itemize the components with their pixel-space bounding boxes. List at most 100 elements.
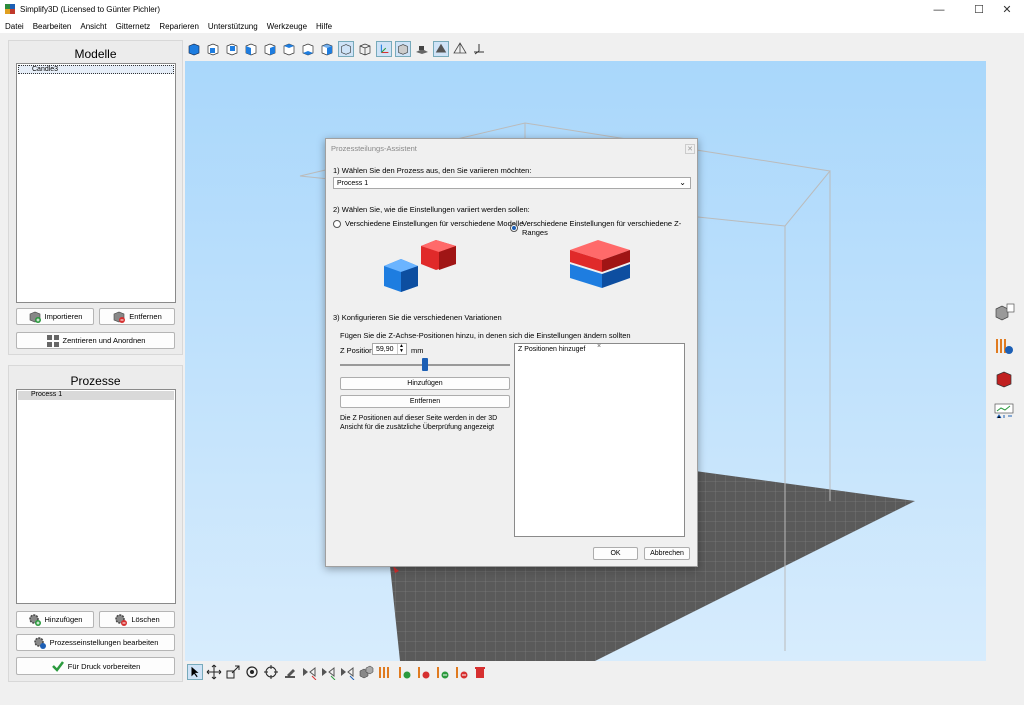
- remove-label: Entfernen: [129, 312, 162, 321]
- zpos-value: 59,90: [376, 346, 394, 353]
- import-label: Importieren: [44, 312, 83, 321]
- menu-gitternetz[interactable]: Gitternetz: [111, 19, 155, 31]
- view-front-icon[interactable]: [205, 41, 221, 57]
- multi-model-illustration-icon: [384, 240, 456, 292]
- menu-reparieren[interactable]: Reparieren: [154, 19, 203, 31]
- cancel-label: Abbrechen: [650, 550, 684, 557]
- option-models[interactable]: Verschiedene Einstellungen für verschied…: [333, 219, 523, 228]
- view-toolbar: [186, 41, 487, 59]
- process-split-dialog: Prozessteilungs-Assistent ✕ 1) Wählen Si…: [325, 138, 698, 567]
- edit-process-settings-button[interactable]: Prozesseinstellungen bearbeiten: [16, 634, 175, 651]
- view-iso-icon[interactable]: [319, 41, 335, 57]
- radio-zranges[interactable]: [510, 224, 518, 232]
- process-panel: Prozesse Process 1 Hinzufügen Löschen Pr…: [8, 365, 183, 682]
- view-top-icon[interactable]: [281, 41, 297, 57]
- edit-process-label: Prozesseinstellungen bearbeiten: [49, 638, 159, 647]
- minimize-button[interactable]: —: [922, 0, 956, 19]
- menu-ansicht[interactable]: Ansicht: [75, 19, 110, 31]
- zpos-spinner[interactable]: ▲ ▼: [397, 344, 405, 354]
- menu-datei[interactable]: Datei: [0, 19, 28, 31]
- remove-zpos-button[interactable]: Entfernen: [340, 395, 510, 408]
- add-zpos-button[interactable]: Hinzufügen: [340, 377, 510, 390]
- process-select-value: Process 1: [337, 180, 369, 187]
- list-item[interactable]: Candle3: [18, 65, 174, 74]
- prepare-print-button[interactable]: Für Druck vorbereiten: [16, 657, 175, 675]
- build-volume-icon[interactable]: [395, 41, 411, 57]
- cancel-button[interactable]: Abbrechen: [644, 547, 690, 560]
- section-icon[interactable]: [471, 41, 487, 57]
- select-cursor-icon[interactable]: [187, 664, 203, 680]
- support-remove-icon[interactable]: [415, 664, 431, 680]
- place-surface-icon[interactable]: [282, 664, 298, 680]
- center-icon[interactable]: [263, 664, 279, 680]
- add-process-button[interactable]: Hinzufügen: [16, 611, 94, 628]
- statistics-icon[interactable]: [993, 402, 1015, 422]
- menu-unterstuetzung[interactable]: Unterstützung: [203, 19, 262, 31]
- support-add-icon[interactable]: [377, 664, 393, 680]
- orthographic-icon[interactable]: [357, 41, 373, 57]
- dialog-close-icon[interactable]: ✕: [685, 144, 695, 154]
- view-right-icon[interactable]: [262, 41, 278, 57]
- view-default-icon[interactable]: [186, 41, 202, 57]
- process-select[interactable]: Process 1 ⌄: [333, 177, 691, 189]
- process-list[interactable]: Process 1: [16, 389, 176, 604]
- center-arrange-button[interactable]: Zentrieren und Anordnen: [16, 332, 175, 349]
- move-icon[interactable]: [206, 664, 222, 680]
- delete-process-button[interactable]: Löschen: [99, 611, 175, 628]
- radio-models[interactable]: [333, 219, 341, 228]
- view-left-icon[interactable]: [243, 41, 259, 57]
- mirror-y-icon[interactable]: [320, 664, 336, 680]
- shading-wire-icon[interactable]: [452, 41, 468, 57]
- process-panel-title: Prozesse: [70, 374, 121, 388]
- trash-icon[interactable]: [472, 664, 488, 680]
- remove-model-button[interactable]: Entfernen: [99, 308, 175, 325]
- prepare-label: Für Druck vorbereiten: [67, 661, 141, 671]
- rotate-icon[interactable]: [244, 664, 260, 680]
- arrange-grid-icon: [46, 334, 59, 347]
- menu-hilfe[interactable]: Hilfe: [311, 19, 336, 31]
- dialog-title: Prozessteilungs-Assistent: [331, 144, 417, 153]
- cube-red-icon[interactable]: [993, 369, 1015, 389]
- close-button[interactable]: ✕: [990, 0, 1024, 19]
- mirror-x-icon[interactable]: [301, 664, 317, 680]
- models-panel-title: Modelle: [74, 47, 117, 61]
- remove-zpos-label: Entfernen: [409, 398, 441, 405]
- menu-bar: Datei Bearbeiten Ansicht Gitternetz Reparier…: [0, 19, 1024, 33]
- axes-icon[interactable]: [376, 41, 392, 57]
- bed-icon[interactable]: [414, 41, 430, 57]
- support-icon[interactable]: [993, 336, 1015, 356]
- support-remove-manual-icon[interactable]: [453, 664, 469, 680]
- import-button[interactable]: Importieren: [16, 308, 94, 325]
- zpos-list[interactable]: Z Positionen hinzugef ×: [514, 343, 685, 537]
- step3-label: 3) Konfigurieren Sie die verschiedenen V…: [333, 313, 502, 322]
- gear-add-icon: [28, 613, 41, 626]
- models-list[interactable]: Candle3: [16, 63, 176, 303]
- support-generate-icon[interactable]: [396, 664, 412, 680]
- zpos-slider-thumb[interactable]: [422, 358, 428, 371]
- option-models-label: Verschiedene Einstellungen für verschied…: [345, 219, 524, 228]
- scale-icon[interactable]: [225, 664, 241, 680]
- tools-toolbar: [187, 664, 488, 682]
- checkmark-icon: [51, 661, 64, 672]
- list-item[interactable]: Process 1: [18, 391, 174, 400]
- close-icon[interactable]: ×: [597, 343, 601, 350]
- mirror-z-icon[interactable]: [339, 664, 355, 680]
- view-bottom-icon[interactable]: [300, 41, 316, 57]
- option-zranges[interactable]: Verschiedene Einstellungen für verschied…: [510, 219, 697, 237]
- ok-label: OK: [610, 550, 621, 557]
- support-add-manual-icon[interactable]: [434, 664, 450, 680]
- zpos-unit: mm: [411, 346, 424, 355]
- menu-bearbeiten[interactable]: Bearbeiten: [28, 19, 76, 31]
- model-settings-icon[interactable]: [993, 302, 1015, 322]
- menu-werkzeuge[interactable]: Werkzeuge: [262, 19, 311, 31]
- shading-solid-icon[interactable]: [433, 41, 449, 57]
- info-text: Die Z Positionen auf dieser Seite werden…: [340, 415, 498, 431]
- gear-delete-icon: [115, 613, 128, 626]
- perspective-icon[interactable]: [338, 41, 354, 57]
- view-back-icon[interactable]: [224, 41, 240, 57]
- add-zpos-label: Hinzufügen: [407, 380, 443, 387]
- ok-button[interactable]: OK: [593, 547, 638, 560]
- cubes-icon[interactable]: [358, 664, 374, 680]
- center-label: Zentrieren und Anordnen: [62, 336, 146, 345]
- import-icon: [29, 311, 41, 323]
